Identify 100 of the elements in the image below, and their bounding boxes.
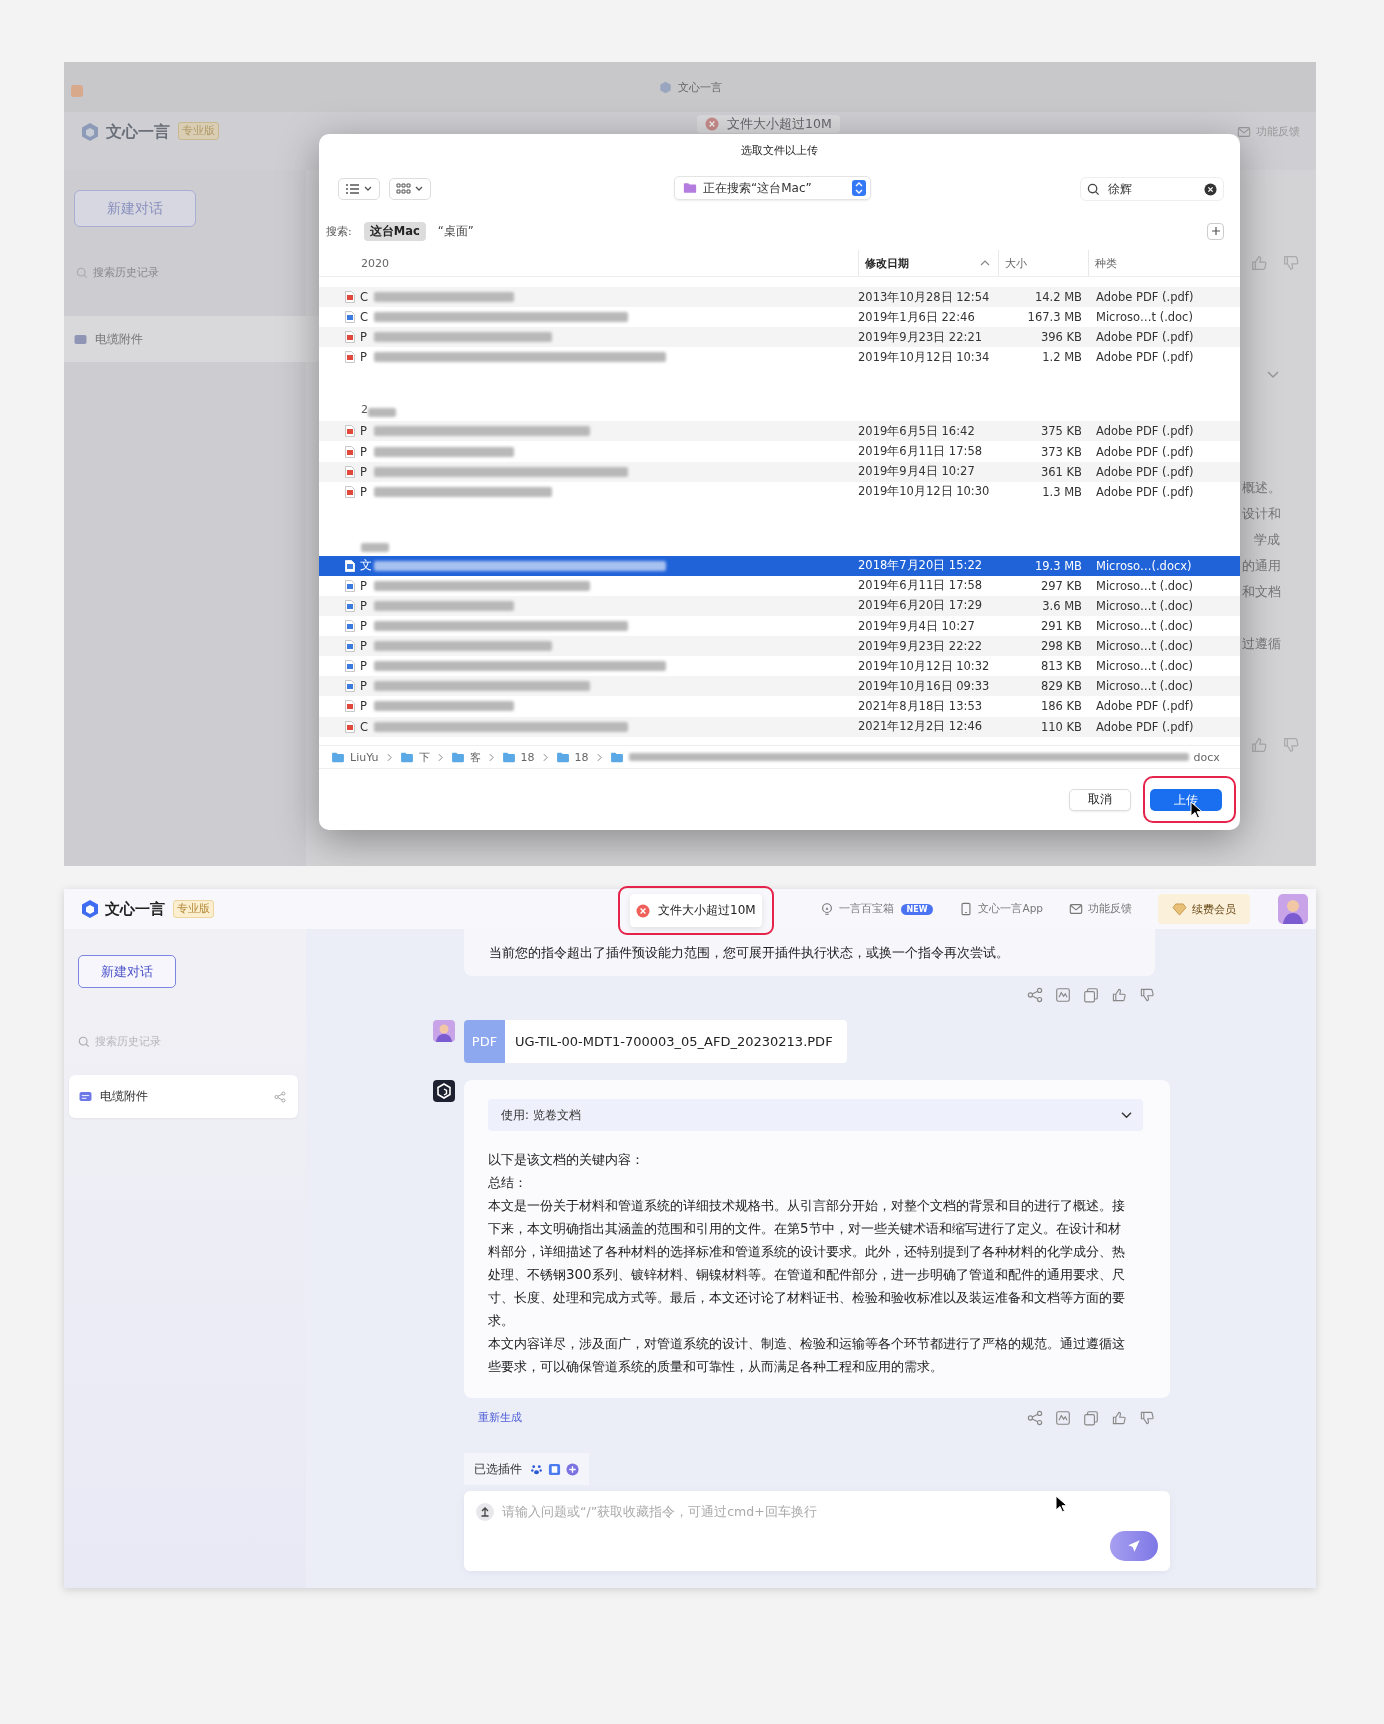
chevron-down-icon[interactable] — [1266, 370, 1280, 380]
thumbs-down-icon[interactable] — [1139, 1410, 1155, 1426]
error-icon — [636, 903, 650, 918]
scope-tab[interactable]: “桌面” — [431, 221, 480, 241]
file-row[interactable]: C 2021年12月2日 12:46 110 KB Adobe PDF (.pdf) — [319, 716, 1240, 737]
file-row[interactable]: P 2019年10月12日 10:32 813 KB Microso…t (.doc) — [319, 656, 1240, 677]
header-link[interactable]: 一言百宝箱 NEW — [819, 902, 934, 916]
mail-icon — [1237, 124, 1251, 139]
file-row[interactable]: P 2019年6月11日 17:58 373 KB Adobe PDF (.pdf) — [319, 441, 1240, 462]
folder-icon — [683, 182, 697, 194]
file-row[interactable]: P 2019年6月20日 17:29 3.6 MB Microso…t (.doc) — [319, 595, 1240, 617]
file-row[interactable]: P 2019年10月16日 09:33 829 KB Microso…t (.doc) — [319, 676, 1240, 697]
thumbs-up-icon[interactable] — [1111, 1410, 1127, 1426]
selected-plugins-bar[interactable]: 已选插件 — [464, 1453, 589, 1485]
share-icon[interactable] — [274, 1090, 286, 1103]
history-item[interactable]: 电缆附件 — [69, 1075, 298, 1118]
path-item[interactable]: LiuYu — [350, 750, 379, 764]
date-cell-text: 2019年6月11日 17:58 — [858, 578, 983, 594]
thumbs-up-icon[interactable] — [1250, 736, 1268, 754]
document-file-icon — [345, 600, 355, 612]
upload-icon[interactable] — [476, 1503, 494, 1521]
path-item[interactable]: 客 — [469, 749, 481, 765]
file-row[interactable]: P 2019年9月4日 10:27 291 KB Microso…t (.doc) — [319, 616, 1240, 637]
clear-icon[interactable] — [1204, 182, 1217, 196]
text-fragment: 过遵循 — [1242, 635, 1281, 653]
kind-cell-text: Adobe PDF (.pdf) — [1095, 290, 1195, 305]
thumbs-down-icon[interactable] — [1139, 987, 1155, 1003]
file-row[interactable]: P 2019年10月12日 10:30 1.3 MB Adobe PDF (.pdf) — [319, 481, 1240, 502]
edition-badge: 专业版 — [178, 122, 219, 140]
path-item[interactable]: 下 — [418, 749, 430, 765]
answer-paragraph: 总结： — [488, 1174, 528, 1192]
copy-icon[interactable] — [1083, 1410, 1099, 1426]
kind-cell-text: Microso…t (.doc) — [1095, 578, 1194, 593]
file-row[interactable]: 文 2018年7月20日 15:22 19.3 MB Microso…(.docx) — [319, 555, 1240, 576]
path-item[interactable]: docx — [1193, 750, 1220, 764]
file-name: P — [360, 599, 368, 613]
column-header[interactable]: 种类 — [1088, 250, 1183, 276]
plugins-label: 已选插件 — [474, 1460, 522, 1478]
pdf-file-icon — [345, 291, 355, 304]
thumbs-down-icon[interactable] — [1282, 254, 1300, 272]
grid-view-button[interactable] — [389, 178, 431, 200]
share-icon[interactable] — [1027, 987, 1043, 1003]
file-row[interactable]: P 2021年8月18日 13:53 186 KB Adobe PDF (.pdf) — [319, 696, 1240, 717]
location-popup[interactable]: 正在搜索“这台Mac” — [674, 176, 871, 200]
add-button[interactable] — [1207, 222, 1224, 240]
size-cell-text: 167.3 MB — [1026, 310, 1082, 325]
member-button[interactable]: 续费会员 — [1158, 894, 1250, 924]
thumbs-down-icon[interactable] — [1282, 736, 1300, 754]
file-row[interactable]: P 2019年6月11日 17:58 297 KB Microso…t (.doc) — [319, 575, 1240, 596]
column-header[interactable]: 修改日期 — [858, 250, 998, 276]
grid-caret-icon — [396, 183, 424, 195]
header-link[interactable]: 文心一言App — [959, 902, 1043, 916]
pdf-file-icon — [345, 425, 355, 438]
list-view-button[interactable] — [338, 178, 380, 200]
kind-cell-text: Adobe PDF (.pdf) — [1095, 484, 1195, 499]
upload-button[interactable]: 上传 — [1150, 789, 1222, 811]
answer-paragraph: 本文内容详尽，涉及面广，对管道系统的设计、制造、检验和运输等各个环节都进行了严格的规范。通过遵循这些要求，可以确保管道系统的质量和可靠性，从而满足各种工程和应用的需求。 — [488, 1335, 1126, 1376]
mail-icon — [1069, 902, 1083, 916]
logo-icon — [80, 899, 100, 919]
chat-icon — [74, 333, 87, 345]
chart-icon[interactable] — [1055, 987, 1071, 1003]
kind-cell-text: Adobe PDF (.pdf) — [1095, 350, 1195, 365]
cancel-button[interactable]: 取消 — [1069, 788, 1131, 811]
size-cell-text: 14.2 MB — [1033, 290, 1082, 305]
document-file-icon — [345, 660, 355, 673]
lightbulb-icon — [819, 902, 834, 916]
error-toast: 文件大小超过10M — [697, 115, 840, 133]
header-link[interactable]: 功能反馈 — [1069, 902, 1132, 916]
avatar[interactable] — [1278, 894, 1308, 924]
regenerate-link[interactable]: 重新生成 — [478, 1411, 522, 1425]
add-plugin-icon[interactable] — [566, 1462, 579, 1476]
path-item[interactable]: 18 — [520, 750, 535, 764]
scope-tab[interactable]: 这台Mac — [363, 221, 426, 241]
folder-icon — [450, 751, 465, 763]
file-row[interactable]: P 2019年6月5日 16:42 375 KB Adobe PDF (.pdf) — [319, 421, 1240, 442]
search-field[interactable]: 徐辉 — [1080, 177, 1224, 201]
path-item[interactable]: 18 — [574, 750, 589, 764]
file-row[interactable]: P 2019年9月23日 22:21 396 KB Adobe PDF (.pdf) — [319, 327, 1240, 348]
file-type-badge: PDF — [464, 1020, 505, 1063]
copy-icon[interactable] — [1083, 987, 1099, 1003]
search-icon — [78, 1035, 90, 1048]
file-row[interactable]: P 2019年9月4日 10:27 361 KB Adobe PDF (.pdf) — [319, 461, 1240, 482]
size-cell-text: 297 KB — [1039, 578, 1082, 593]
file-name: 文 — [360, 558, 369, 574]
new-chat-button[interactable]: 新建对话 — [78, 955, 176, 988]
thumbs-up-icon[interactable] — [1111, 987, 1127, 1003]
text-fragment: 设计和 — [1242, 505, 1281, 523]
file-card[interactable]: PDF UG-TIL-00-MDT1-700003_05_AFD_20230213.PDF — [464, 1020, 847, 1063]
dialog-title: 选取文件以上传 — [740, 143, 819, 159]
send-button[interactable] — [1110, 1531, 1158, 1561]
date-cell-text: 2019年6月20日 17:29 — [858, 598, 983, 614]
file-row[interactable]: C 2013年10月28日 12:54 14.2 MB Adobe PDF (.pdf) — [319, 287, 1240, 308]
file-name: UG-TIL-00-MDT1-700003_05_AFD_20230213.PDF — [515, 1034, 833, 1049]
share-icon[interactable] — [1027, 1410, 1043, 1426]
kind-cell-text: Microso…t (.doc) — [1095, 310, 1194, 325]
plugin-bar[interactable]: 使用: 览卷文档 — [488, 1099, 1143, 1131]
column-header[interactable]: 大小 — [998, 250, 1088, 276]
thumbs-up-icon[interactable] — [1250, 254, 1268, 272]
chart-icon[interactable] — [1055, 1410, 1071, 1426]
file-row[interactable]: P 2019年9月23日 22:22 298 KB Microso…t (.doc) — [319, 636, 1240, 657]
